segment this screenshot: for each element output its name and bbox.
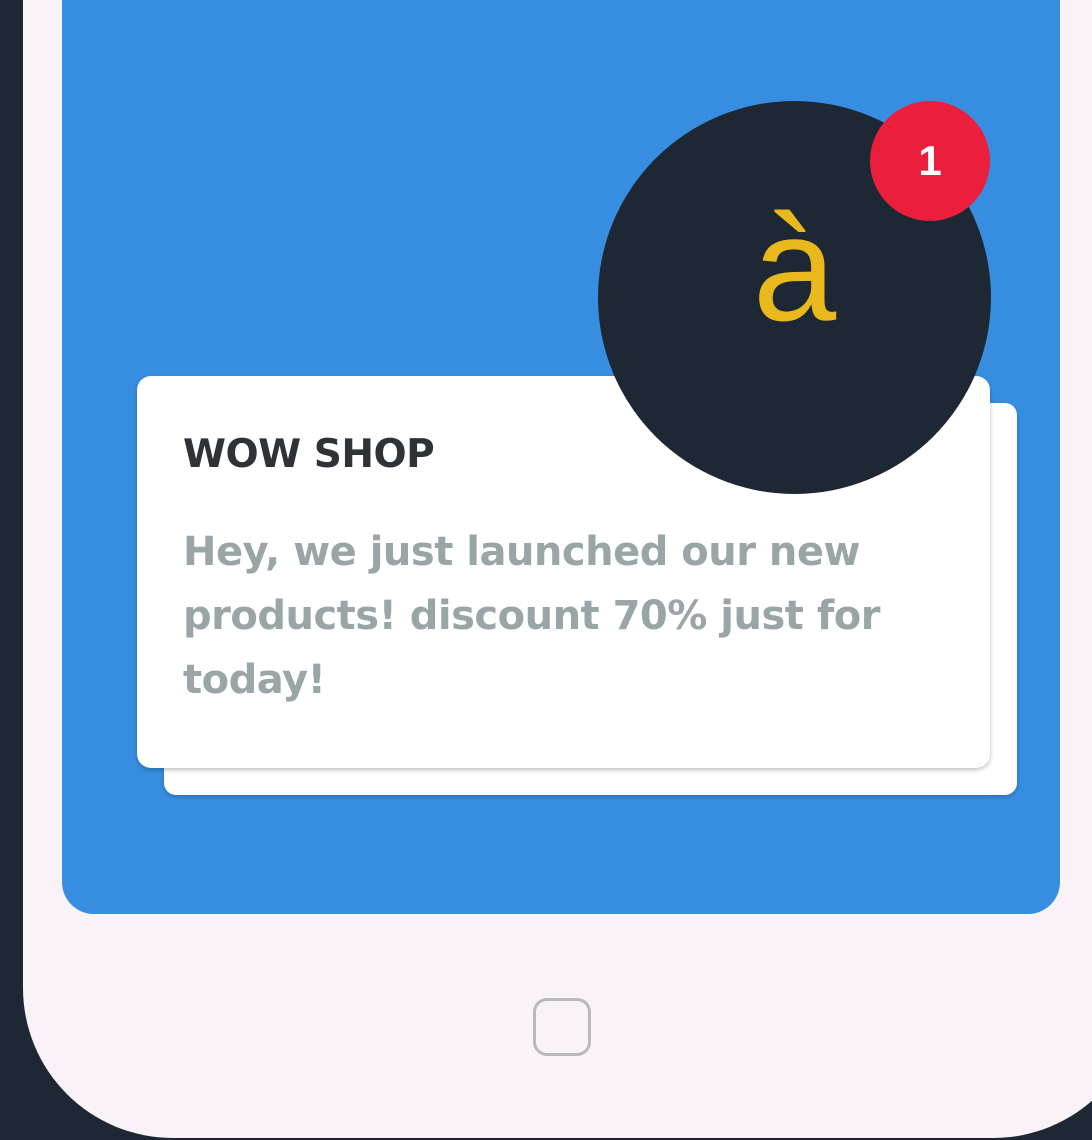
notification-badge: 1 bbox=[870, 101, 990, 221]
home-button[interactable] bbox=[533, 998, 591, 1056]
notification-title: WOW SHOP bbox=[183, 432, 435, 477]
notification-message: Hey, we just launched our new products! … bbox=[183, 529, 880, 703]
